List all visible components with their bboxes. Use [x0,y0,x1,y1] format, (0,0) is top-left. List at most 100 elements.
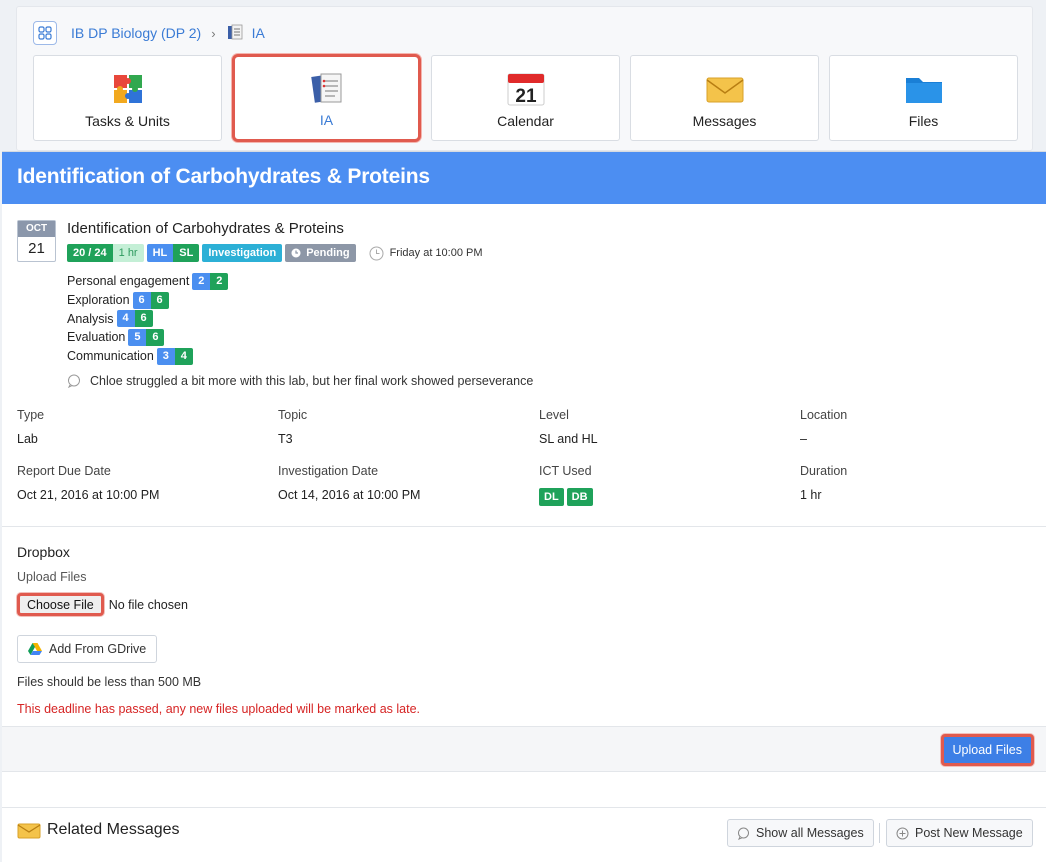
meta-label: Investigation Date [278,464,379,478]
meta-level: Level SL and HL [539,408,800,446]
status-label: Pending [306,247,350,259]
criterion-max: 6 [134,310,153,328]
tile-label: Messages [692,113,757,129]
status-badge: Pending [285,244,356,262]
show-all-label: Show all Messages [756,826,864,840]
post-new-label: Post New Message [915,826,1023,840]
file-size-note: Files should be less than 500 MB [17,675,202,689]
notebook-icon [310,73,341,103]
criterion-label: Personal engagement [67,274,190,289]
criterion-score: 2 [192,272,211,290]
meta-label: Location [800,408,848,422]
breadcrumb-ia-link[interactable]: IA [252,25,265,41]
list-item: Communication 3 4 [67,347,228,366]
calendar-icon-day: 21 [515,86,537,107]
meta-label: Report Due Date [17,464,111,478]
meta-value: Oct 14, 2016 at 10:00 PM [278,488,421,502]
show-all-messages-button[interactable]: Show all Messages [727,819,874,847]
chat-icon [737,827,749,840]
date-day: 21 [28,240,45,257]
spacer [2,772,1046,808]
chevron-right-icon: › [211,25,216,41]
meta-label: Type [17,408,45,422]
meta-label: ICT Used [539,464,592,478]
criterion-max: 6 [150,291,169,309]
puzzle-icon [113,75,142,103]
tile-files[interactable]: Files [829,55,1018,141]
meta-ict: ICT Used DL DB [539,464,800,506]
meta-type: Type Lab [17,408,278,446]
clock-outline-icon [369,246,384,260]
notebook-icon [226,23,244,44]
tile-tasks-units[interactable]: Tasks & Units [33,55,222,141]
meta-label: Topic [278,408,308,422]
meta-location: Location – [800,408,1037,446]
apps-grid-icon[interactable] [33,21,57,45]
criterion-max: 4 [174,347,193,365]
upload-files-button[interactable]: Upload Files [940,734,1034,766]
date-month: OCT [18,221,55,237]
meta-label: Level [539,408,569,422]
date-badge: OCT 21 [17,220,56,262]
meta-topic: Topic T3 [278,408,539,446]
file-input: Choose File No file chosen [17,593,188,616]
score-badge: 20 / 24 [67,244,113,262]
breadcrumb: IB DP Biology (DP 2) › IA [33,21,265,45]
tile-label: Files [908,113,939,129]
criterion-score: 5 [128,328,147,346]
related-messages-heading: Related Messages [17,820,180,840]
list-item: Personal engagement 2 2 [67,272,229,291]
meta-duration: Duration 1 hr [800,464,1037,506]
task-meta-grid: Type Lab Topic T3 Level SL and HL Locati… [17,408,1037,506]
post-new-message-button[interactable]: Post New Message [886,819,1033,847]
related-messages-section: Related Messages Show all Messages Post … [2,808,1046,862]
plus-circle-icon [896,827,909,839]
list-item: Exploration 6 6 [67,291,228,310]
list-item: Evaluation 5 6 [67,328,228,347]
duration-badge: 1 hr [112,244,144,262]
task-title: Identification of Carbohydrates & Protei… [67,220,344,237]
envelope-icon [17,823,41,839]
file-input-status: No file chosen [108,597,188,612]
task-detail-panel: Identification of Carbohydrates & Protei… [2,151,1046,862]
clock-icon [291,248,301,258]
dropbox-section: Dropbox Upload Files [17,544,86,584]
criterion-label: Exploration [67,293,130,308]
meta-value: Oct 21, 2016 at 10:00 PM [17,488,160,502]
related-messages-title: Related Messages [47,821,180,838]
dropbox-footer: Upload Files [2,726,1046,772]
google-drive-icon [28,643,42,655]
envelope-icon [706,77,743,103]
list-item: Analysis 4 6 [67,309,228,328]
tile-label: Calendar [497,113,554,129]
due-time-text: Friday at 10:00 PM [389,247,483,259]
tile-label: IA [319,112,334,128]
button-separator [879,823,880,843]
task-badges: 20 / 24 1 hr HL SL Investigation Pending… [67,244,483,262]
tile-ia[interactable]: IA [232,54,421,142]
speech-bubble-icon [67,374,80,388]
dropbox-heading: Dropbox [17,544,70,560]
meta-label: Duration [800,464,848,478]
level-hl-badge: HL [146,244,174,262]
folder-icon [905,78,942,103]
ict-badge: DL [539,488,564,506]
tile-calendar[interactable]: 21 Calendar [431,55,620,141]
teacher-comment: Chloe struggled a bit more with this lab… [67,374,533,388]
tile-label: Tasks & Units [85,113,170,129]
meta-investigation-date: Investigation Date Oct 14, 2016 at 10:00… [278,464,539,506]
level-sl-badge: SL [173,244,200,262]
add-from-gdrive-button[interactable]: Add From GDrive [17,635,158,663]
tile-messages[interactable]: Messages [630,55,819,141]
criterion-label: Evaluation [67,330,126,345]
course-nav-card: IB DP Biology (DP 2) › IA Tasks & Units … [16,6,1033,151]
comment-text: Chloe struggled a bit more with this lab… [90,374,534,388]
criterion-label: Analysis [67,311,114,326]
upload-files-label: Upload Files [17,570,87,584]
meta-value: Lab [17,432,38,446]
meta-value: T3 [278,432,293,446]
breadcrumb-course-link[interactable]: IB DP Biology (DP 2) [71,25,201,41]
section-tiles: Tasks & Units IA 21 Calendar Messages Fi… [33,54,1018,142]
choose-file-button[interactable]: Choose File [17,593,104,616]
late-warning: This deadline has passed, any new files … [17,702,421,716]
